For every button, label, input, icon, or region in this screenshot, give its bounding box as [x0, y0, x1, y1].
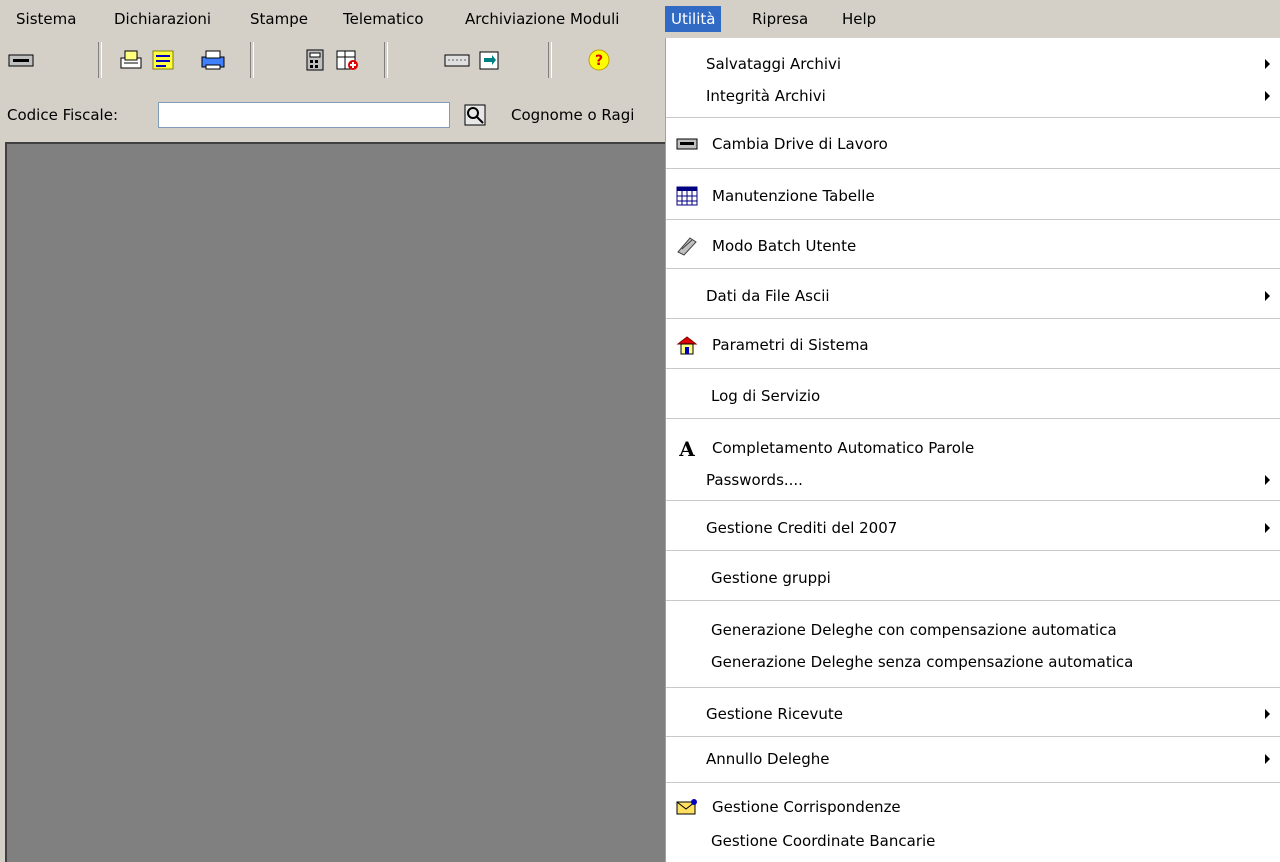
- menu-separator: [666, 368, 1280, 369]
- menu-separator: [666, 600, 1280, 601]
- submenu-arrow-icon: [1265, 523, 1270, 533]
- mdi-workspace: [5, 142, 665, 862]
- submenu-arrow-icon: [1265, 475, 1270, 485]
- codice-fiscale-input[interactable]: [158, 102, 450, 128]
- menu-item-label: Generazione Deleghe senza compensazione …: [711, 653, 1134, 671]
- menu-dichiarazioni[interactable]: Dichiarazioni: [108, 6, 217, 32]
- menu-item-annullo-deleghe[interactable]: Annullo Deleghe: [666, 745, 1280, 773]
- menu-telematico[interactable]: Telematico: [337, 6, 430, 32]
- drive-icon[interactable]: [8, 48, 34, 72]
- font-a-icon: A: [678, 438, 695, 458]
- search-person-icon[interactable]: [462, 102, 488, 128]
- menu-utilita[interactable]: Utilità: [665, 6, 722, 32]
- submenu-arrow-icon: [1265, 91, 1270, 101]
- menu-help[interactable]: Help: [836, 6, 882, 32]
- menu-item-gestione-corrispondenze[interactable]: Gestione Corrispondenze: [666, 793, 1280, 821]
- menu-item-label: Manutenzione Tabelle: [712, 187, 875, 205]
- menu-item-gestione-ricevute[interactable]: Gestione Ricevute: [666, 700, 1280, 728]
- menu-item-label: Log di Servizio: [711, 387, 821, 405]
- menu-sistema[interactable]: Sistema: [10, 6, 82, 32]
- menu-item-label: Passwords....: [706, 471, 803, 489]
- help-icon[interactable]: ?: [586, 48, 612, 72]
- menu-separator: [666, 418, 1280, 419]
- menu-item-label: Parametri di Sistema: [712, 336, 869, 354]
- codice-fiscale-label: Codice Fiscale:: [7, 106, 118, 124]
- menu-item-gestione-gruppi[interactable]: Gestione gruppi: [666, 564, 1280, 592]
- submenu-arrow-icon: [1265, 59, 1270, 69]
- menu-item-label: Generazione Deleghe con compensazione au…: [711, 621, 1117, 639]
- menu-item-completamento-automatico[interactable]: A Completamento Automatico Parole: [666, 434, 1280, 462]
- folder-arrow-icon[interactable]: [476, 48, 502, 72]
- table-plus-icon[interactable]: [334, 48, 360, 72]
- search-row: Codice Fiscale: Cognome o Ragi: [0, 82, 665, 138]
- menu-item-salvataggi-archivi[interactable]: Salvataggi Archivi: [666, 50, 1280, 78]
- menu-item-generazione-deleghe-senza[interactable]: Generazione Deleghe senza compensazione …: [666, 648, 1280, 676]
- toolbar-separator: [384, 42, 388, 78]
- menu-item-modo-batch[interactable]: Modo Batch Utente: [666, 232, 1280, 260]
- menu-item-cambia-drive[interactable]: Cambia Drive di Lavoro: [666, 130, 1280, 158]
- menu-bar: Sistema Dichiarazioni Stampe Telematico …: [0, 0, 1280, 38]
- envelope-icon: [676, 799, 697, 815]
- menu-item-label: Gestione Coordinate Bancarie: [711, 832, 936, 850]
- menu-separator: [666, 550, 1280, 551]
- menu-item-label: Cambia Drive di Lavoro: [712, 135, 888, 153]
- menu-separator: [666, 117, 1280, 118]
- batch-icon: [677, 237, 697, 256]
- menu-separator: [666, 500, 1280, 501]
- menu-separator: [666, 268, 1280, 269]
- menu-item-gestione-crediti[interactable]: Gestione Crediti del 2007: [666, 514, 1280, 542]
- menu-item-label: Integrità Archivi: [706, 87, 826, 105]
- submenu-arrow-icon: [1265, 754, 1270, 764]
- menu-separator: [666, 736, 1280, 737]
- menu-item-integrita-archivi[interactable]: Integrità Archivi: [666, 82, 1280, 110]
- svg-text:?: ?: [595, 53, 603, 69]
- printer-icon[interactable]: [200, 48, 226, 72]
- submenu-arrow-icon: [1265, 291, 1270, 301]
- menu-separator: [666, 782, 1280, 783]
- menu-item-parametri-sistema[interactable]: Parametri di Sistema: [666, 331, 1280, 359]
- menu-item-log-servizio[interactable]: Log di Servizio: [666, 382, 1280, 410]
- menu-item-manutenzione-tabelle[interactable]: Manutenzione Tabelle: [666, 182, 1280, 210]
- menu-item-passwords[interactable]: Passwords....: [666, 466, 1280, 494]
- print-icon[interactable]: [118, 48, 144, 72]
- menu-item-label: Modo Batch Utente: [712, 237, 857, 255]
- menu-ripresa[interactable]: Ripresa: [746, 6, 814, 32]
- menu-item-label: Gestione Ricevute: [706, 705, 843, 723]
- toolbar-separator: [548, 42, 552, 78]
- menu-archiviazione-moduli[interactable]: Archiviazione Moduli: [459, 6, 625, 32]
- menu-item-label: Gestione gruppi: [711, 569, 831, 587]
- menu-item-label: Gestione Corrispondenze: [712, 798, 901, 816]
- cognome-label: Cognome o Ragi: [511, 106, 635, 124]
- drive-icon: [676, 138, 698, 150]
- utilita-dropdown-menu: Salvataggi Archivi Integrità Archivi Cam…: [665, 38, 1280, 862]
- toolbar: ?: [0, 38, 665, 82]
- parametri-icon: [676, 336, 698, 355]
- submenu-arrow-icon: [1265, 709, 1270, 719]
- menu-separator: [666, 219, 1280, 220]
- menu-item-gestione-coordinate-bancarie[interactable]: Gestione Coordinate Bancarie: [666, 827, 1280, 855]
- menu-separator: [666, 168, 1280, 169]
- menu-separator: [666, 687, 1280, 688]
- menu-item-label: Salvataggi Archivi: [706, 55, 842, 73]
- menu-stampe[interactable]: Stampe: [244, 6, 314, 32]
- toolbar-separator: [250, 42, 254, 78]
- table-grid-icon: [676, 186, 698, 206]
- document-list-icon[interactable]: [150, 48, 176, 72]
- toolbar-separator: [98, 42, 102, 78]
- menu-separator: [666, 318, 1280, 319]
- menu-item-label: Dati da File Ascii: [706, 287, 830, 305]
- menu-item-label: Gestione Crediti del 2007: [706, 519, 898, 537]
- svg-text:A: A: [678, 438, 695, 458]
- keyboard-icon[interactable]: [444, 48, 470, 72]
- menu-item-label: Annullo Deleghe: [706, 750, 830, 768]
- menu-item-label: Completamento Automatico Parole: [712, 439, 975, 457]
- menu-item-dati-file-ascii[interactable]: Dati da File Ascii: [666, 282, 1280, 310]
- calculator-icon[interactable]: [302, 48, 328, 72]
- menu-item-generazione-deleghe-con[interactable]: Generazione Deleghe con compensazione au…: [666, 616, 1280, 644]
